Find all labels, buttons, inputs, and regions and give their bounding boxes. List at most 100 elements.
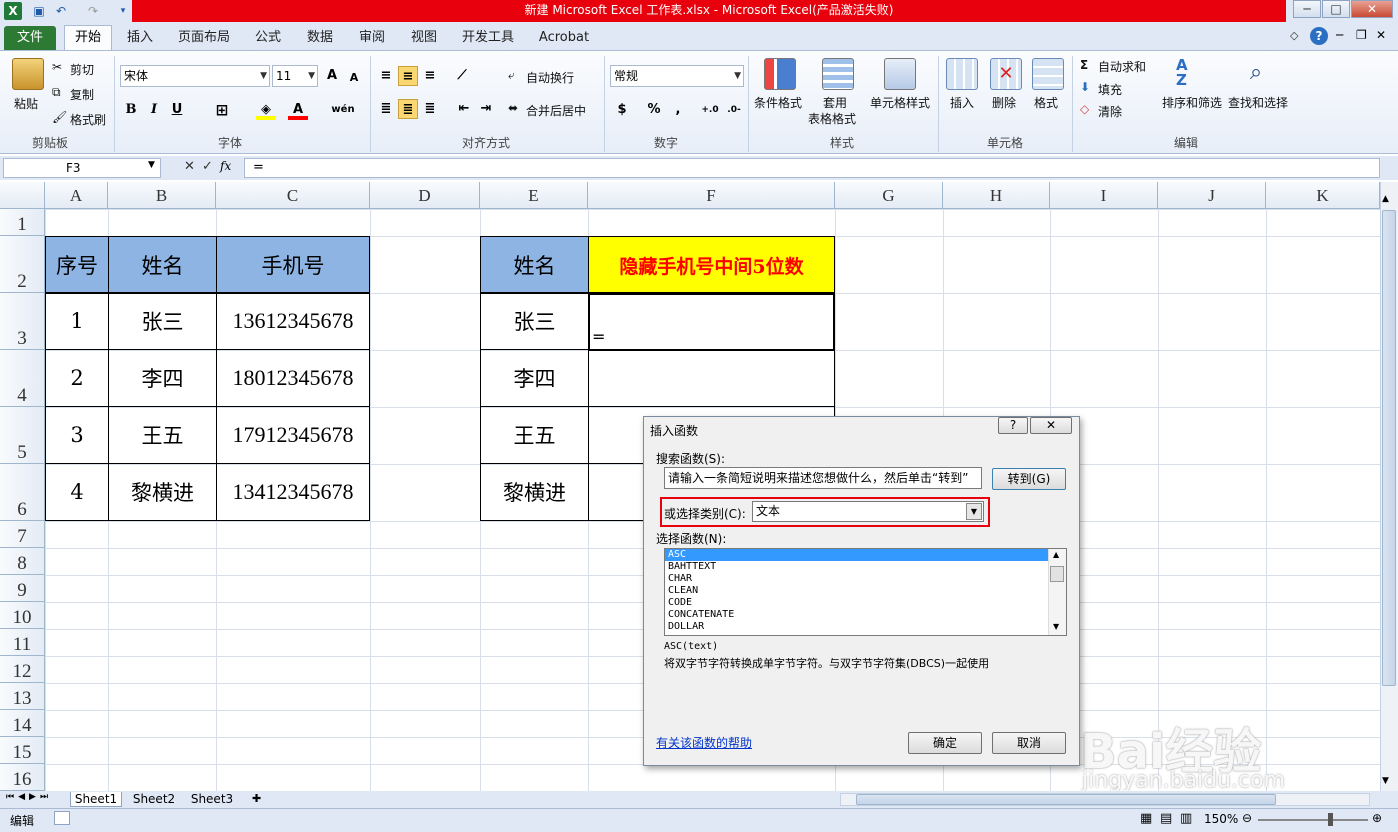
paste-icon[interactable] <box>12 58 44 90</box>
page-layout-view-icon[interactable]: ▤ <box>1160 811 1172 826</box>
sort-filter-button[interactable]: 排序和筛选 <box>1162 94 1222 111</box>
border-icon[interactable]: ⊞ <box>212 100 232 120</box>
orientation-icon[interactable]: ⟋ <box>452 66 472 86</box>
format-as-table-label1[interactable]: 套用 <box>823 94 847 111</box>
row-header-1[interactable]: 1 <box>0 209 45 236</box>
insert-cells-button[interactable]: 插入 <box>950 94 974 111</box>
table1-cell-name[interactable]: 张三 <box>108 292 217 350</box>
align-bottom-icon[interactable]: ≡ <box>420 66 440 86</box>
column-header-f[interactable]: F <box>588 182 835 209</box>
table2-header-name[interactable]: 姓名 <box>480 236 589 294</box>
conditional-format-button[interactable]: 条件格式 <box>754 94 802 111</box>
ok-button[interactable]: 确定 <box>908 732 982 754</box>
table1-cell-phone[interactable]: 18012345678 <box>216 349 370 407</box>
underline-button[interactable]: U <box>167 100 187 120</box>
list-scroll-down-icon[interactable]: ▼ <box>1053 622 1059 631</box>
close-button[interactable]: ✕ <box>1351 0 1393 18</box>
tab-file[interactable]: 文件 <box>4 26 56 50</box>
font-name-select[interactable]: 宋体 ▼ <box>120 65 270 87</box>
table1-cell-phone[interactable]: 13612345678 <box>216 292 370 350</box>
format-as-table-label2[interactable]: 表格格式 <box>808 110 856 127</box>
zoom-slider-thumb[interactable] <box>1328 813 1333 826</box>
scroll-down-icon[interactable]: ▼ <box>1382 776 1389 786</box>
tab-developer[interactable]: 开发工具 <box>456 27 520 49</box>
row-header-6[interactable]: 6 <box>0 464 45 521</box>
row-header-4[interactable]: 4 <box>0 350 45 407</box>
list-item[interactable]: BAHTTEXT <box>665 561 1049 573</box>
column-header-e[interactable]: E <box>480 182 588 209</box>
fill-button[interactable]: 填充 <box>1098 81 1122 98</box>
table2-header-hidden-phone[interactable]: 隐藏手机号中间5位数 <box>588 236 835 294</box>
table1-cell-name[interactable]: 王五 <box>108 406 217 464</box>
ribbon-collapse-icon[interactable]: ◇ <box>1290 29 1298 42</box>
zoom-slider[interactable] <box>1258 819 1368 821</box>
row-header-15[interactable]: 15 <box>0 737 45 764</box>
comma-button[interactable]: , <box>668 100 688 120</box>
indent-increase-icon[interactable]: ⇥ <box>476 99 496 119</box>
table1-cell-name[interactable]: 李四 <box>108 349 217 407</box>
table1-cell-no[interactable]: 2 <box>45 349 109 407</box>
tab-insert[interactable]: 插入 <box>120 27 160 49</box>
help-link[interactable]: 有关该函数的帮助 <box>656 734 752 751</box>
decrease-decimal-icon[interactable]: .0- <box>724 100 744 120</box>
bold-button[interactable]: B <box>121 100 141 120</box>
find-select-button[interactable]: 查找和选择 <box>1228 94 1288 111</box>
list-scroll-up-icon[interactable]: ▲ <box>1053 550 1059 559</box>
column-header-k[interactable]: K <box>1266 182 1380 209</box>
name-box[interactable]: F3 <box>3 158 161 178</box>
row-header-11[interactable]: 11 <box>0 629 45 656</box>
undo-icon[interactable]: ↶ <box>52 2 70 20</box>
list-scroll-thumb[interactable] <box>1050 566 1064 582</box>
column-header-d[interactable]: D <box>370 182 480 209</box>
percent-button[interactable]: % <box>644 100 664 120</box>
tab-data[interactable]: 数据 <box>300 27 340 49</box>
doc-minimize-icon[interactable]: ─ <box>1336 28 1343 42</box>
column-header-i[interactable]: I <box>1050 182 1158 209</box>
table1-cell-phone[interactable]: 17912345678 <box>216 406 370 464</box>
sheet-tab-1[interactable]: Sheet1 <box>70 792 122 807</box>
tab-page-layout[interactable]: 页面布局 <box>172 27 236 49</box>
tab-home[interactable]: 开始 <box>64 25 112 51</box>
cut-button[interactable]: 剪切 <box>70 61 94 78</box>
list-item[interactable]: CHAR <box>665 573 1049 585</box>
row-header-10[interactable]: 10 <box>0 602 45 629</box>
list-item[interactable]: ASC <box>665 549 1049 561</box>
zoom-level[interactable]: 150% <box>1204 812 1238 826</box>
clear-button[interactable]: 清除 <box>1098 103 1122 120</box>
column-header-j[interactable]: J <box>1158 182 1266 209</box>
list-item[interactable]: CLEAN <box>665 585 1049 597</box>
macro-record-icon[interactable] <box>54 811 70 825</box>
save-icon[interactable]: ▣ <box>30 2 48 20</box>
merge-center-button[interactable]: 合并后居中 <box>526 102 586 119</box>
align-center-icon[interactable]: ≣ <box>398 99 418 119</box>
table1-cell-name[interactable]: 黎横进 <box>108 463 217 521</box>
scroll-thumb[interactable] <box>1382 210 1396 686</box>
dialog-help-button[interactable]: ? <box>998 417 1028 434</box>
active-cell-f3[interactable] <box>588 293 835 351</box>
zoom-out-icon[interactable]: ⊖ <box>1242 811 1252 825</box>
row-header-5[interactable]: 5 <box>0 407 45 464</box>
category-select[interactable]: 文本 ▼ <box>752 501 984 522</box>
align-left-icon[interactable]: ≣ <box>376 99 396 119</box>
align-middle-icon[interactable]: ≡ <box>398 66 418 86</box>
shrink-font-button[interactable]: A <box>344 68 364 88</box>
dialog-close-button[interactable]: ✕ <box>1030 417 1072 434</box>
font-size-select[interactable]: 11 ▼ <box>272 65 318 87</box>
redo-icon[interactable]: ↷ <box>84 2 102 20</box>
sheet-tab-3[interactable]: Sheet3 <box>186 792 238 807</box>
sheet-tab-2[interactable]: Sheet2 <box>128 792 180 807</box>
maximize-button[interactable]: □ <box>1322 0 1350 18</box>
table1-cell-no[interactable]: 4 <box>45 463 109 521</box>
column-header-h[interactable]: H <box>943 182 1050 209</box>
hscroll-thumb[interactable] <box>856 794 1276 805</box>
table1-cell-phone[interactable]: 13412345678 <box>216 463 370 521</box>
doc-close-icon[interactable]: ✕ <box>1376 28 1386 42</box>
table1-header-phone[interactable]: 手机号 <box>216 236 370 294</box>
page-break-view-icon[interactable]: ▥ <box>1180 811 1192 826</box>
table1-cell-no[interactable]: 1 <box>45 292 109 350</box>
grow-font-button[interactable]: A <box>322 66 342 86</box>
fill-color-icon[interactable]: ◈ <box>256 100 276 120</box>
copy-button[interactable]: 复制 <box>70 86 94 103</box>
normal-view-icon[interactable]: ▦ <box>1140 811 1152 826</box>
currency-button[interactable]: $ <box>612 100 632 120</box>
